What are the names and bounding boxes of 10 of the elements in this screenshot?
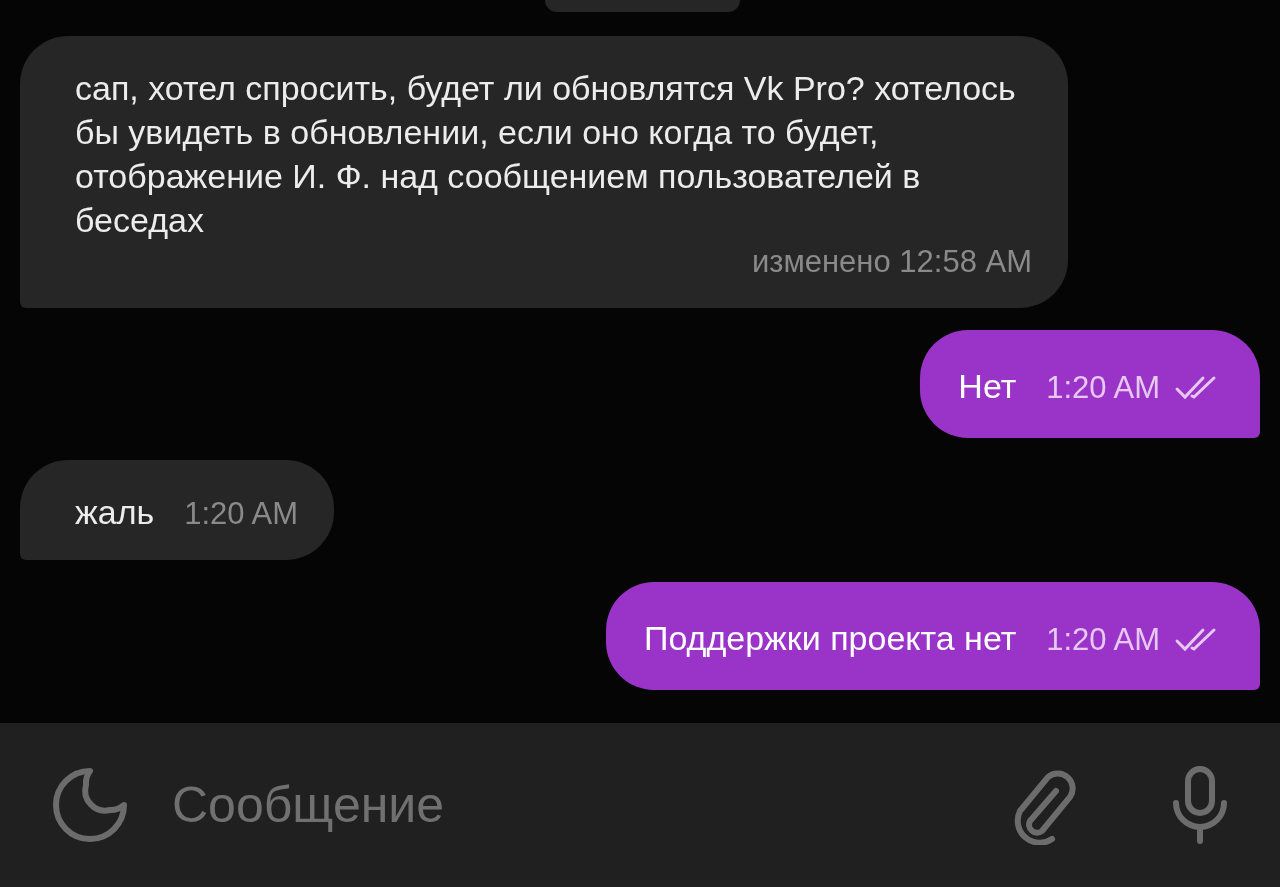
- message-text: Поддержки проекта нет: [644, 618, 1017, 659]
- message-time: 1:20 AM: [1046, 621, 1160, 659]
- message-time: изменено 12:58 AM: [751, 243, 1032, 281]
- message-text: жаль: [75, 492, 155, 533]
- message-text: сап, хотел спросить, будет ли обновлятся Vk Pro? хотелось бы увидеть в обновлении, если оно когда то будет, отображение И. Ф. над сообщением пользователей в беседах: [75, 68, 1017, 241]
- message-text: Нет: [958, 366, 1017, 407]
- microphone-icon[interactable]: [1170, 765, 1230, 845]
- message-time: 1:20 AM: [184, 495, 298, 533]
- message-time: 1:20 AM: [1046, 369, 1160, 407]
- sticker-icon[interactable]: [50, 765, 130, 845]
